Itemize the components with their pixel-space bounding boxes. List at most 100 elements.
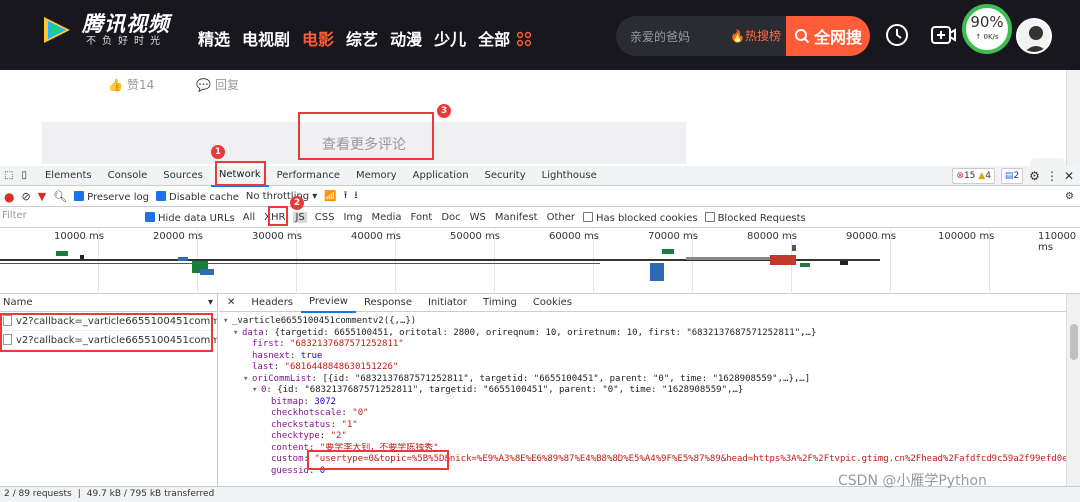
request-count: 2 / 89 requests	[4, 489, 72, 499]
marker-2: 2	[290, 196, 304, 210]
speed-percent: 90%	[970, 13, 1004, 31]
tab-lighthouse[interactable]: Lighthouse	[534, 166, 605, 186]
error-icon: ⊗	[956, 171, 964, 181]
type-doc[interactable]: Doc	[440, 212, 461, 223]
site-header: 腾讯视频 不负好时光 精选 电视剧 电影 综艺 动漫 少儿 全部 亲爱的爸妈 🔥…	[0, 0, 1080, 70]
tab-elements[interactable]: Elements	[37, 166, 100, 186]
blocked-requests-checkbox[interactable]: Blocked Requests	[704, 211, 806, 224]
filter-input[interactable]: Filter	[0, 209, 130, 226]
clear-icon[interactable]: ⊘	[21, 190, 30, 203]
nav-anime[interactable]: 动漫	[390, 26, 422, 50]
nav-movie[interactable]: 电影	[302, 26, 334, 50]
tab-application[interactable]: Application	[405, 166, 477, 186]
preserve-log-checkbox[interactable]: Preserve log	[74, 190, 149, 203]
disable-cache-checkbox[interactable]: Disable cache	[156, 190, 239, 203]
tab-security[interactable]: Security	[477, 166, 534, 186]
json-prop: last: "6816448848630151226"	[252, 362, 399, 372]
tab-console[interactable]: Console	[100, 166, 156, 186]
close-detail-icon[interactable]: ✕	[219, 294, 243, 312]
upload-video-icon[interactable]	[930, 22, 956, 48]
type-manifest[interactable]: Manifest	[494, 212, 539, 223]
settings-gear-icon[interactable]: ⚙	[1029, 169, 1040, 183]
checkbox-unchecked	[583, 211, 593, 222]
type-font[interactable]: Font	[410, 212, 434, 223]
json-prop: first: "6832137687571252811"	[252, 339, 404, 349]
tab-timing[interactable]: Timing	[475, 294, 525, 312]
scroll-thumb[interactable]	[1070, 324, 1078, 360]
logo-slogan: 不负好时光	[86, 36, 166, 47]
json-node-data[interactable]: ▾ data: {targetid: 6655100451, oritotal: …	[219, 328, 1066, 340]
tab-preview[interactable]: Preview	[301, 293, 356, 313]
grid-dots-icon	[516, 31, 531, 47]
has-blocked-cookies-checkbox[interactable]: Has blocked cookies	[583, 211, 698, 224]
network-timeline[interactable]: 10000 ms 20000 ms 30000 ms 40000 ms 5000…	[0, 229, 1080, 294]
search-input[interactable]: 亲爱的爸妈	[630, 28, 730, 45]
type-css[interactable]: CSS	[314, 212, 336, 223]
nav-kids[interactable]: 少儿	[434, 26, 466, 50]
highlight-js-filter	[268, 206, 288, 226]
nav-all[interactable]: 全部	[478, 26, 532, 50]
main-nav: 精选 电视剧 电影 综艺 动漫 少儿 全部	[198, 26, 532, 50]
nav-tv[interactable]: 电视剧	[242, 26, 290, 50]
issue-counter[interactable]: ⊗15 ▲4	[952, 168, 995, 184]
avatar[interactable]	[1016, 18, 1052, 54]
more-menu-icon[interactable]: ⋮	[1046, 169, 1058, 183]
watermark: CSDN @小雁学Python	[838, 473, 987, 489]
checkbox-checked	[145, 211, 155, 222]
tab-performance[interactable]: Performance	[269, 166, 348, 186]
preview-scrollbar[interactable]	[1066, 294, 1080, 486]
inspect-icon[interactable]: ⬚	[0, 166, 17, 186]
network-settings-gear-icon[interactable]: ⚙	[1065, 191, 1074, 202]
tab-headers[interactable]: Headers	[243, 294, 301, 312]
network-toolbar: ● ⊘ ▼ 🔍︎ Preserve log Disable cache No t…	[0, 187, 1080, 207]
type-js[interactable]: JS	[293, 212, 307, 223]
search-icon[interactable]: 🔍︎	[53, 190, 67, 203]
filter-funnel-icon[interactable]: ▼	[38, 190, 46, 203]
type-img[interactable]: Img	[342, 212, 363, 223]
user-avatar-icon	[1024, 26, 1048, 52]
search-button[interactable]: 全网搜	[786, 16, 870, 56]
highlight-more-comments	[298, 112, 434, 160]
throttling-select[interactable]: No throttling ▾	[246, 191, 317, 202]
import-icon[interactable]: ⭱	[344, 188, 348, 205]
filter-bar: Filter Hide data URLs All XHR JS CSS Img…	[0, 208, 1080, 228]
tab-cookies[interactable]: Cookies	[525, 294, 580, 312]
tab-response[interactable]: Response	[356, 294, 420, 312]
device-toggle-icon[interactable]: ▯	[17, 166, 37, 186]
page-scrollbar[interactable]	[1066, 70, 1080, 166]
marker-1: 1	[211, 145, 225, 159]
nav-featured[interactable]: 精选	[198, 26, 230, 50]
history-clock-icon[interactable]	[884, 22, 910, 48]
close-icon[interactable]: ✕	[1064, 169, 1074, 183]
search-box: 亲爱的爸妈 🔥热搜榜 全网搜	[616, 16, 870, 56]
json-node-oricommlist[interactable]: ▾ oriCommList: [{id: "6832137687571252811…	[219, 374, 1066, 386]
type-media[interactable]: Media	[371, 212, 403, 223]
nav-variety[interactable]: 综艺	[346, 26, 378, 50]
export-icon[interactable]: ⭳	[354, 188, 358, 205]
network-speed-widget[interactable]: 90% ↑ 0K/s	[962, 4, 1012, 54]
json-node-item-0[interactable]: ▾ 0: {id: "6832137687571252811", targetid…	[219, 385, 1066, 397]
json-prop: checkstatus: "1"	[271, 419, 358, 430]
tab-initiator[interactable]: Initiator	[420, 294, 475, 312]
search-icon	[794, 29, 810, 44]
wifi-icon[interactable]: 📶	[324, 191, 336, 202]
hide-data-urls-checkbox[interactable]: Hide data URLs	[145, 211, 235, 224]
like-button[interactable]: 👍 赞14	[108, 76, 154, 93]
message-counter[interactable]: ▤2	[1000, 168, 1024, 184]
tab-memory[interactable]: Memory	[348, 166, 405, 186]
speed-rate: ↑ 0K/s	[975, 33, 999, 41]
json-prop: hasnext: true	[252, 350, 323, 361]
record-icon[interactable]: ●	[4, 190, 14, 204]
hot-search-link[interactable]: 🔥热搜榜	[730, 27, 781, 44]
logo[interactable]: 腾讯视频 不负好时光	[40, 12, 170, 48]
upload-arrow-icon: ↑	[975, 33, 984, 41]
json-root[interactable]: ▾ _varticle6655100451commentv2({,…})	[219, 316, 1066, 328]
flame-icon: 🔥	[730, 29, 745, 43]
checkbox-unchecked	[704, 211, 715, 222]
tab-sources[interactable]: Sources	[155, 166, 211, 186]
name-column-header[interactable]: Name ▾	[0, 294, 217, 312]
reply-button[interactable]: 💬 回复	[196, 76, 239, 93]
type-all[interactable]: All	[242, 212, 256, 223]
type-ws[interactable]: WS	[469, 212, 487, 223]
type-other[interactable]: Other	[546, 212, 576, 223]
